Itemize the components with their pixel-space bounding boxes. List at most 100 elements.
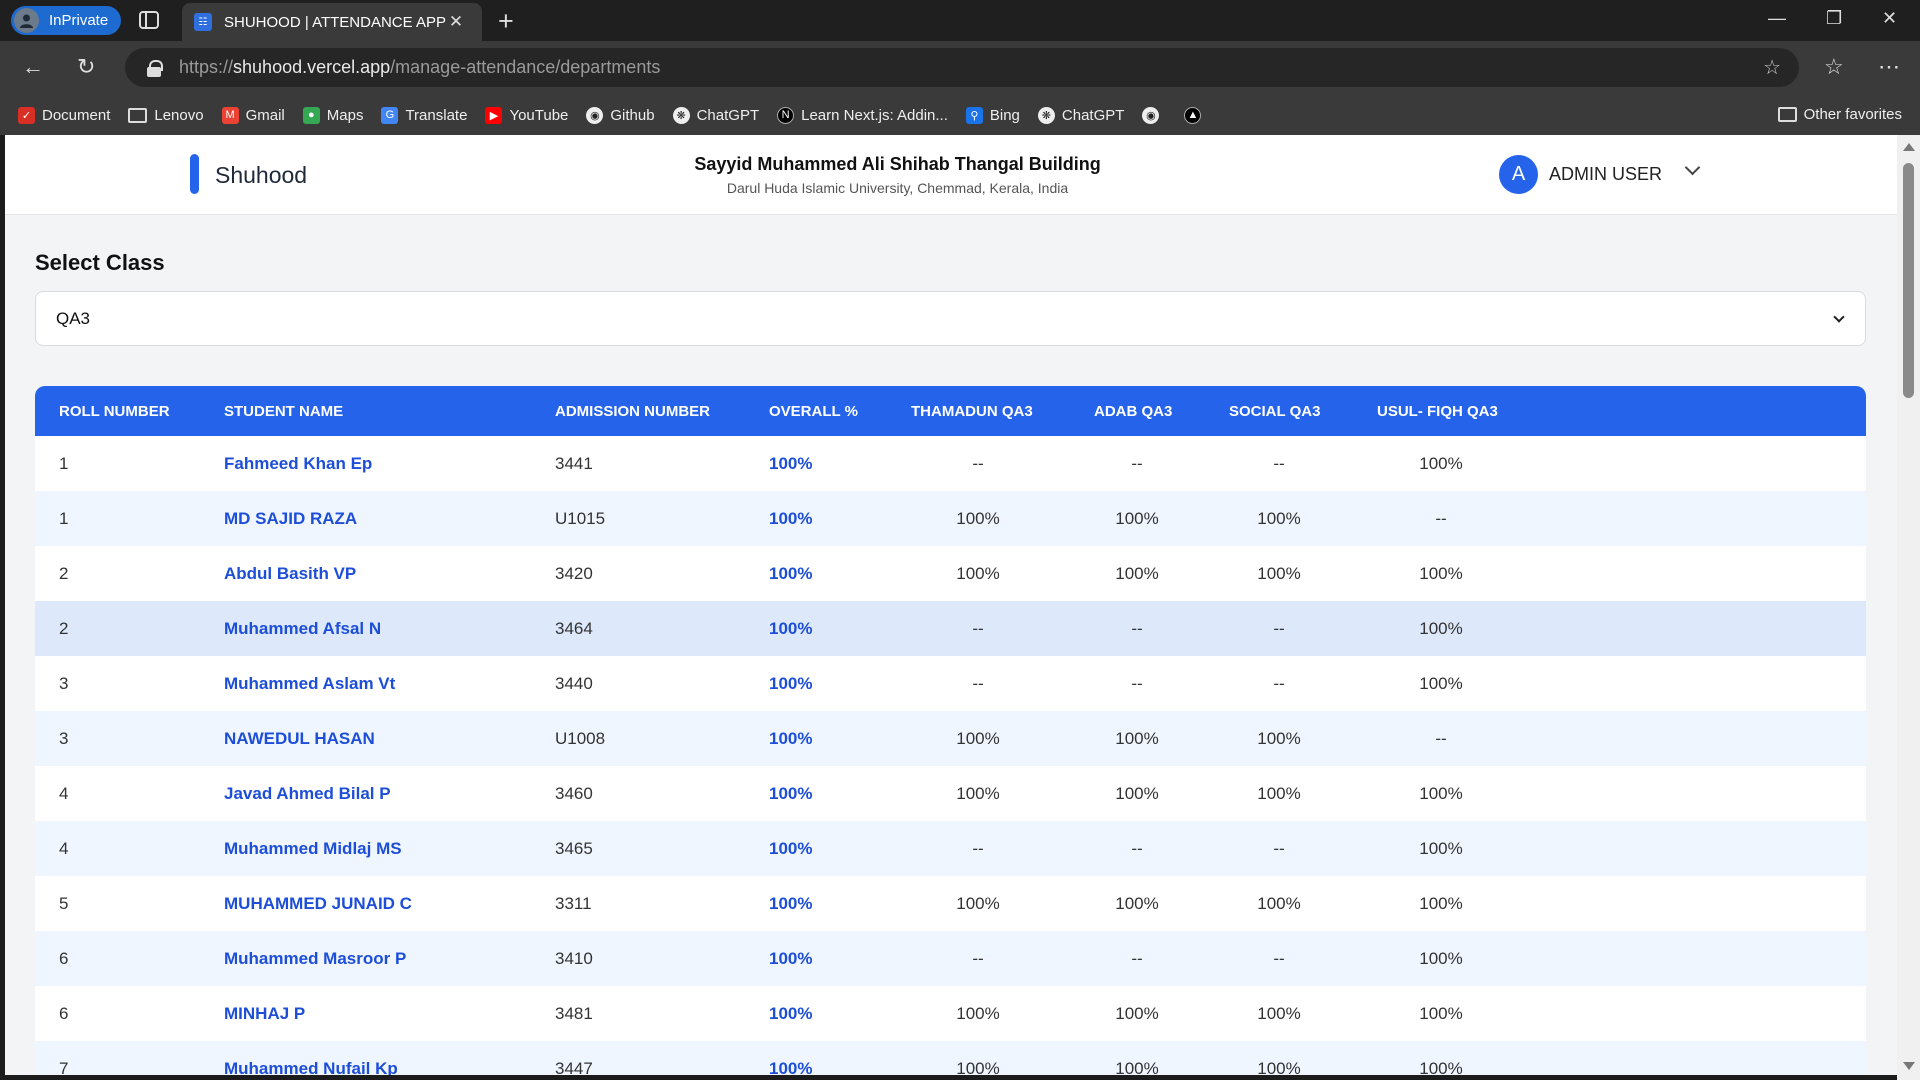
chatgpt-icon: ❋ (672, 106, 690, 124)
student-name-link[interactable]: Javad Ahmed Bilal P (224, 784, 391, 804)
scroll-down-icon[interactable] (1903, 1062, 1915, 1070)
url-text[interactable]: https://shuhood.vercel.app/manage-attend… (179, 57, 660, 78)
student-name-link[interactable]: NAWEDUL HASAN (224, 729, 375, 749)
adab-cell: -- (1131, 619, 1143, 638)
avatar[interactable]: A (1499, 155, 1538, 194)
social-cell: -- (1273, 949, 1285, 968)
bookmark-item[interactable]: ✓ Document (18, 106, 110, 124)
inprivate-badge[interactable]: InPrivate (11, 6, 121, 35)
student-name-link[interactable]: Muhammed Afsal N (224, 619, 381, 639)
student-name-link[interactable]: Abdul Basith VP (224, 564, 356, 584)
usul-fiqh-cell: 100% (1419, 1059, 1463, 1075)
folder-icon (128, 107, 148, 123)
student-name-link[interactable]: MINHAJ P (224, 1004, 305, 1024)
student-name-link[interactable]: Muhammed Midlaj MS (224, 839, 402, 859)
bookmark-item[interactable]: ◉ Github (586, 106, 655, 124)
thamadun-cell: -- (972, 454, 984, 473)
roll-number-cell: 6 (59, 949, 69, 968)
bookmark-item[interactable]: N Learn Next.js: Addin... (777, 106, 948, 124)
thamadun-cell: 100% (956, 894, 1000, 913)
refresh-icon[interactable]: ↻ (77, 54, 95, 80)
adab-cell: 100% (1115, 784, 1159, 803)
maximize-icon[interactable]: ❐ (1826, 8, 1842, 29)
bookmark-item[interactable]: M Gmail (221, 106, 285, 124)
new-tab-icon[interactable]: + (498, 6, 514, 37)
gmail-icon: M (221, 106, 239, 124)
adab-cell: 100% (1115, 894, 1159, 913)
table-row[interactable]: 2 Muhammed Afsal N 3464 100% -- -- -- 100% (35, 601, 1866, 656)
column-header: ADMISSION NUMBER (555, 403, 711, 420)
table-row[interactable]: 1 Fahmeed Khan Ep 3441 100% -- -- -- 100% (35, 436, 1866, 491)
bookmark-item[interactable]: ⚲ Bing (965, 106, 1020, 124)
student-name-link[interactable]: Muhammed Masroor P (224, 949, 406, 969)
adab-cell: -- (1131, 839, 1143, 858)
bookmark-label: Maps (326, 106, 364, 124)
user-name[interactable]: ADMIN USER (1549, 164, 1662, 185)
active-tab[interactable]: ☷ SHUHOOD | ATTENDANCE APPLIC ✕ (182, 3, 482, 41)
tab-actions-icon[interactable] (138, 10, 160, 30)
scrollbar-thumb[interactable] (1903, 163, 1914, 398)
student-name-link[interactable]: MUHAMMED JUNAID C (224, 894, 412, 914)
favorites-icon[interactable]: ☆ (1824, 54, 1844, 80)
student-name-link[interactable]: Fahmeed Khan Ep (224, 454, 372, 474)
roll-number-cell: 1 (59, 454, 69, 473)
student-name-link[interactable]: Muhammed Aslam Vt (224, 674, 395, 694)
bookmark-item[interactable]: ◉ (1142, 106, 1166, 124)
favorite-star-icon[interactable]: ☆ (1763, 55, 1781, 80)
github-icon: ◉ (1142, 106, 1160, 124)
bookmark-item[interactable]: ▶ YouTube (485, 106, 568, 124)
overall-percent-cell: 100% (769, 674, 813, 693)
table-row[interactable]: 4 Muhammed Midlaj MS 3465 100% -- -- -- 100% (35, 821, 1866, 876)
back-icon[interactable]: ← (22, 54, 44, 80)
table-row[interactable]: 3 NAWEDUL HASAN U1008 100% 100% 100% 100% -- (35, 711, 1866, 766)
roll-number-cell: 4 (59, 839, 69, 858)
bookmark-item[interactable]: Lenovo (128, 107, 204, 124)
bookmark-item[interactable]: G Translate (381, 106, 467, 124)
minimize-icon[interactable]: — (1768, 8, 1786, 29)
window-close-icon[interactable]: ✕ (1882, 8, 1897, 29)
tab-title: SHUHOOD | ATTENDANCE APPLIC (224, 13, 446, 31)
overall-percent-cell: 100% (769, 729, 813, 748)
vercel-icon: ▲ (1184, 106, 1202, 124)
thamadun-cell: -- (972, 949, 984, 968)
address-bar[interactable]: https://shuhood.vercel.app/manage-attend… (125, 48, 1799, 87)
bookmark-item[interactable]: ● Maps (302, 106, 364, 124)
admission-number-cell: 3447 (555, 1059, 593, 1075)
table-row[interactable]: 1 MD SAJID RAZA U1015 100% 100% 100% 100% -- (35, 491, 1866, 546)
social-cell: -- (1273, 454, 1285, 473)
roll-number-cell: 3 (59, 674, 69, 693)
usul-fiqh-cell: 100% (1419, 894, 1463, 913)
folder-icon (1777, 107, 1797, 122)
bookmark-item[interactable]: ❋ ChatGPT (672, 106, 759, 124)
bookmark-item[interactable]: ▲ (1184, 106, 1208, 124)
bing-icon: ⚲ (965, 106, 983, 124)
overall-percent-cell: 100% (769, 784, 813, 803)
usul-fiqh-cell: -- (1435, 509, 1447, 528)
bookmark-item[interactable]: ❋ ChatGPT (1037, 106, 1124, 124)
page-scrollbar[interactable] (1897, 135, 1920, 1080)
table-row[interactable]: 3 Muhammed Aslam Vt 3440 100% -- -- -- 100% (35, 656, 1866, 711)
thamadun-cell: 100% (956, 564, 1000, 583)
student-name-link[interactable]: Muhammed Nufail Kp (224, 1059, 398, 1075)
class-select[interactable]: QA3 (35, 291, 1866, 346)
scroll-up-icon[interactable] (1903, 143, 1915, 151)
roll-number-cell: 2 (59, 619, 69, 638)
bookmark-label: Github (610, 106, 655, 124)
usul-fiqh-cell: 100% (1419, 1004, 1463, 1023)
table-row[interactable]: 7 Muhammed Nufail Kp 3447 100% 100% 100% 100% 1… (35, 1041, 1866, 1075)
table-row[interactable]: 5 MUHAMMED JUNAID C 3311 100% 100% 100% 100% 10… (35, 876, 1866, 931)
more-options-icon[interactable]: ⋯ (1878, 54, 1900, 80)
table-row[interactable]: 6 MINHAJ P 3481 100% 100% 100% 100% 100% (35, 986, 1866, 1041)
table-row[interactable]: 2 Abdul Basith VP 3420 100% 100% 100% 100% 100% (35, 546, 1866, 601)
column-header: SOCIAL QA3 (1229, 403, 1321, 420)
social-cell: 100% (1257, 784, 1301, 803)
admission-number-cell: 3440 (555, 674, 593, 693)
adab-cell: 100% (1115, 729, 1159, 748)
student-name-link[interactable]: MD SAJID RAZA (224, 509, 357, 529)
close-tab-icon[interactable]: ✕ (446, 12, 466, 32)
lock-icon[interactable] (147, 59, 163, 77)
other-favorites[interactable]: Other favorites (1777, 106, 1902, 123)
table-row[interactable]: 6 Muhammed Masroor P 3410 100% -- -- -- 100% (35, 931, 1866, 986)
social-cell: -- (1273, 619, 1285, 638)
table-row[interactable]: 4 Javad Ahmed Bilal P 3460 100% 100% 100% 100%… (35, 766, 1866, 821)
